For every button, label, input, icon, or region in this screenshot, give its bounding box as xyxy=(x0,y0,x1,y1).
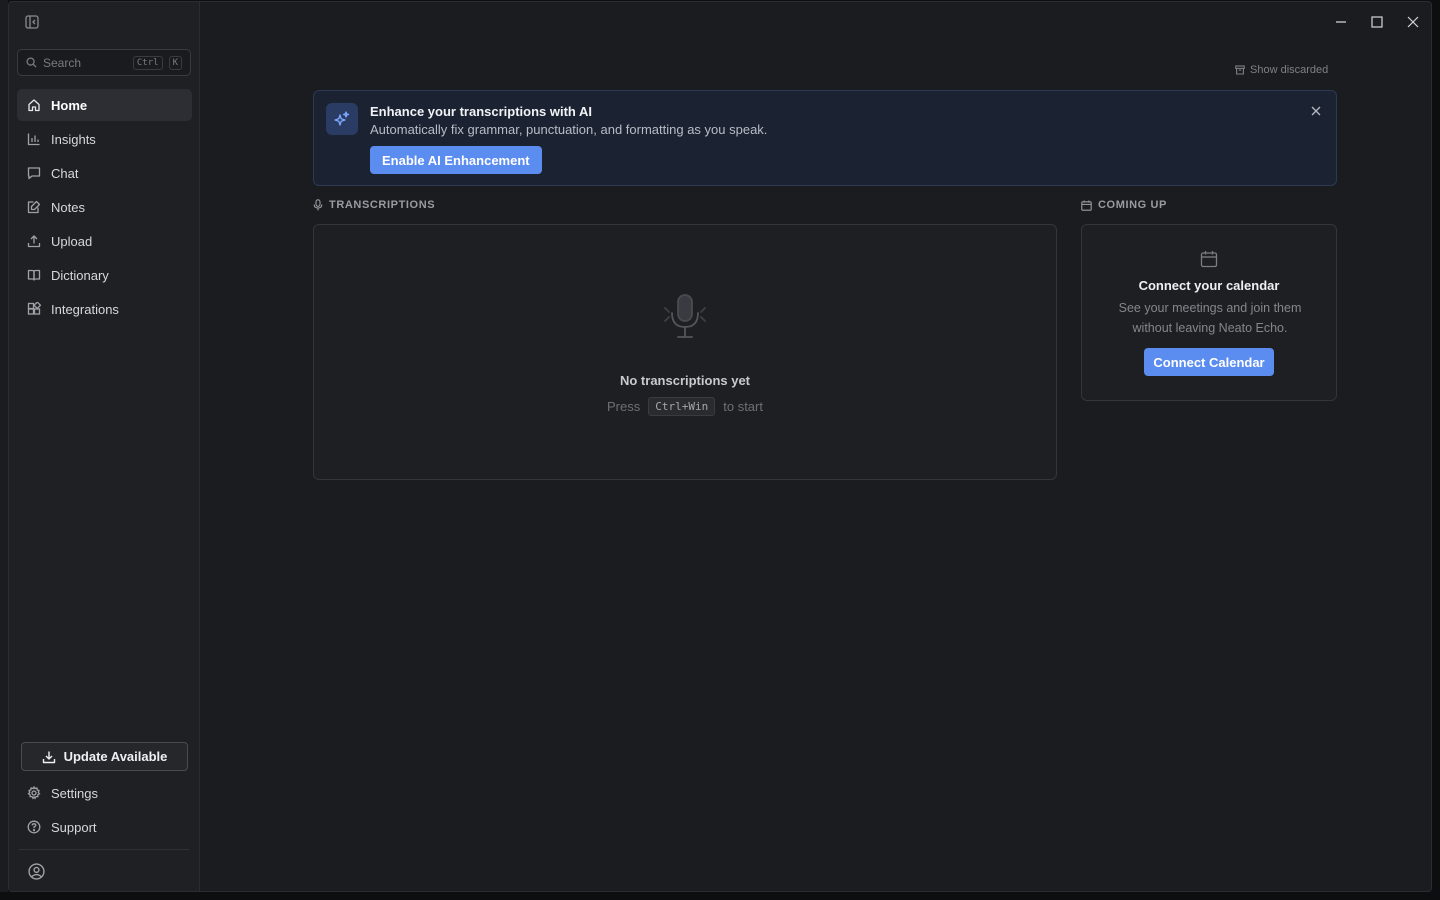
hint-suffix: to start xyxy=(723,399,763,414)
sidebar-item-label: Settings xyxy=(51,785,98,801)
ai-enhancement-banner: Enhance your transcriptions with AI Auto… xyxy=(313,90,1337,186)
sidebar-bottom-nav: Settings Support xyxy=(17,777,192,845)
sidebar-item-label: Home xyxy=(51,97,88,113)
minimize-icon xyxy=(1336,21,1346,23)
sidebar-item-support[interactable]: Support xyxy=(17,811,192,843)
close-window-button[interactable] xyxy=(1395,2,1431,42)
close-icon xyxy=(1311,106,1321,116)
calendar-icon xyxy=(1081,200,1092,211)
banner-title: Enhance your transcriptions with AI xyxy=(370,104,592,119)
sidebar-item-label: Support xyxy=(51,819,97,835)
main-content: Show discarded Enhance your transcriptio… xyxy=(200,2,1431,891)
show-discarded-label: Show discarded xyxy=(1250,64,1329,76)
sidebar-item-label: Upload xyxy=(51,233,93,249)
show-discarded-toggle[interactable]: Show discarded xyxy=(1235,64,1328,76)
sidebar-divider xyxy=(19,849,189,850)
minimize-button[interactable] xyxy=(1323,2,1359,42)
sidebar-item-integrations[interactable]: Integrations xyxy=(17,293,192,325)
empty-state-hint: Press Ctrl+Win to start xyxy=(314,397,1056,416)
sidebar-item-label: Notes xyxy=(51,199,85,215)
sidebar-item-dictionary[interactable]: Dictionary xyxy=(17,259,192,291)
sidebar-item-label: Dictionary xyxy=(51,267,109,283)
calendar-card: Connect your calendar See your meetings … xyxy=(1081,224,1337,401)
shortcut-key: Ctrl+Win xyxy=(648,397,716,416)
sidebar-item-home[interactable]: Home xyxy=(17,89,192,121)
calendar-icon xyxy=(1200,251,1218,268)
search-box[interactable]: Ctrl K xyxy=(17,49,191,76)
user-avatar-button[interactable] xyxy=(26,861,46,881)
empty-state-title: No transcriptions yet xyxy=(619,373,751,388)
calendar-card-description: See your meetings and join them without … xyxy=(1118,301,1302,335)
user-icon xyxy=(27,862,45,880)
update-button-label: Update Available xyxy=(63,749,168,764)
app-window: Ctrl K Home Insights Chat xyxy=(8,1,1432,892)
sidebar-item-insights[interactable]: Insights xyxy=(17,123,192,155)
sparkles-icon xyxy=(326,103,358,135)
background-window-strip-bottom xyxy=(0,892,1440,900)
search-icon xyxy=(26,57,37,68)
upload-icon xyxy=(27,235,41,248)
archive-icon xyxy=(1235,65,1245,75)
calendar-card-title: Connect your calendar xyxy=(1138,278,1280,293)
background-window-strip xyxy=(0,0,8,900)
sidebar-nav: Home Insights Chat Notes Upload Dictiona… xyxy=(17,89,192,327)
home-icon xyxy=(28,99,40,112)
close-icon xyxy=(1407,16,1419,28)
update-available-button[interactable]: Update Available xyxy=(21,742,188,771)
sidebar-item-chat[interactable]: Chat xyxy=(17,157,192,189)
sidebar: Ctrl K Home Insights Chat xyxy=(9,2,200,891)
coming-up-heading: COMING UP xyxy=(1098,199,1167,211)
book-icon xyxy=(27,269,41,281)
transcriptions-card: No transcriptions yet Press Ctrl+Win to … xyxy=(313,224,1057,480)
chat-icon xyxy=(27,167,41,180)
shortcut-key-ctrl: Ctrl xyxy=(132,55,163,70)
sidebar-item-label: Integrations xyxy=(51,301,119,317)
sidebar-item-label: Insights xyxy=(51,131,96,147)
notes-icon xyxy=(27,200,41,214)
transcriptions-heading: TRANSCRIPTIONS xyxy=(329,199,436,211)
connect-calendar-button[interactable]: Connect Calendar xyxy=(1144,348,1274,376)
coming-up-section-label: COMING UP xyxy=(1081,199,1167,211)
banner-close-button[interactable] xyxy=(1308,103,1324,119)
microphone-icon xyxy=(313,199,323,211)
puzzle-icon xyxy=(27,302,41,315)
sidebar-toggle-button[interactable] xyxy=(23,13,41,31)
enable-ai-enhancement-button[interactable]: Enable AI Enhancement xyxy=(370,146,542,174)
download-icon xyxy=(42,751,55,763)
sidebar-item-upload[interactable]: Upload xyxy=(17,225,192,257)
search-input[interactable] xyxy=(43,55,127,70)
help-icon xyxy=(27,820,41,834)
maximize-button[interactable] xyxy=(1359,2,1395,42)
sidebar-item-notes[interactable]: Notes xyxy=(17,191,192,223)
sidebar-collapse-icon xyxy=(25,15,39,29)
maximize-icon xyxy=(1371,16,1383,28)
banner-description: Automatically fix grammar, punctuation, … xyxy=(370,122,768,137)
sidebar-item-label: Chat xyxy=(51,165,79,181)
shortcut-key-k: K xyxy=(168,55,182,70)
chart-icon xyxy=(27,133,40,146)
microphone-icon xyxy=(664,294,706,338)
sidebar-item-settings[interactable]: Settings xyxy=(17,777,192,809)
window-controls xyxy=(1323,2,1431,42)
transcriptions-section-label: TRANSCRIPTIONS xyxy=(313,199,435,211)
gear-icon xyxy=(27,786,41,800)
hint-prefix: Press xyxy=(607,399,641,414)
